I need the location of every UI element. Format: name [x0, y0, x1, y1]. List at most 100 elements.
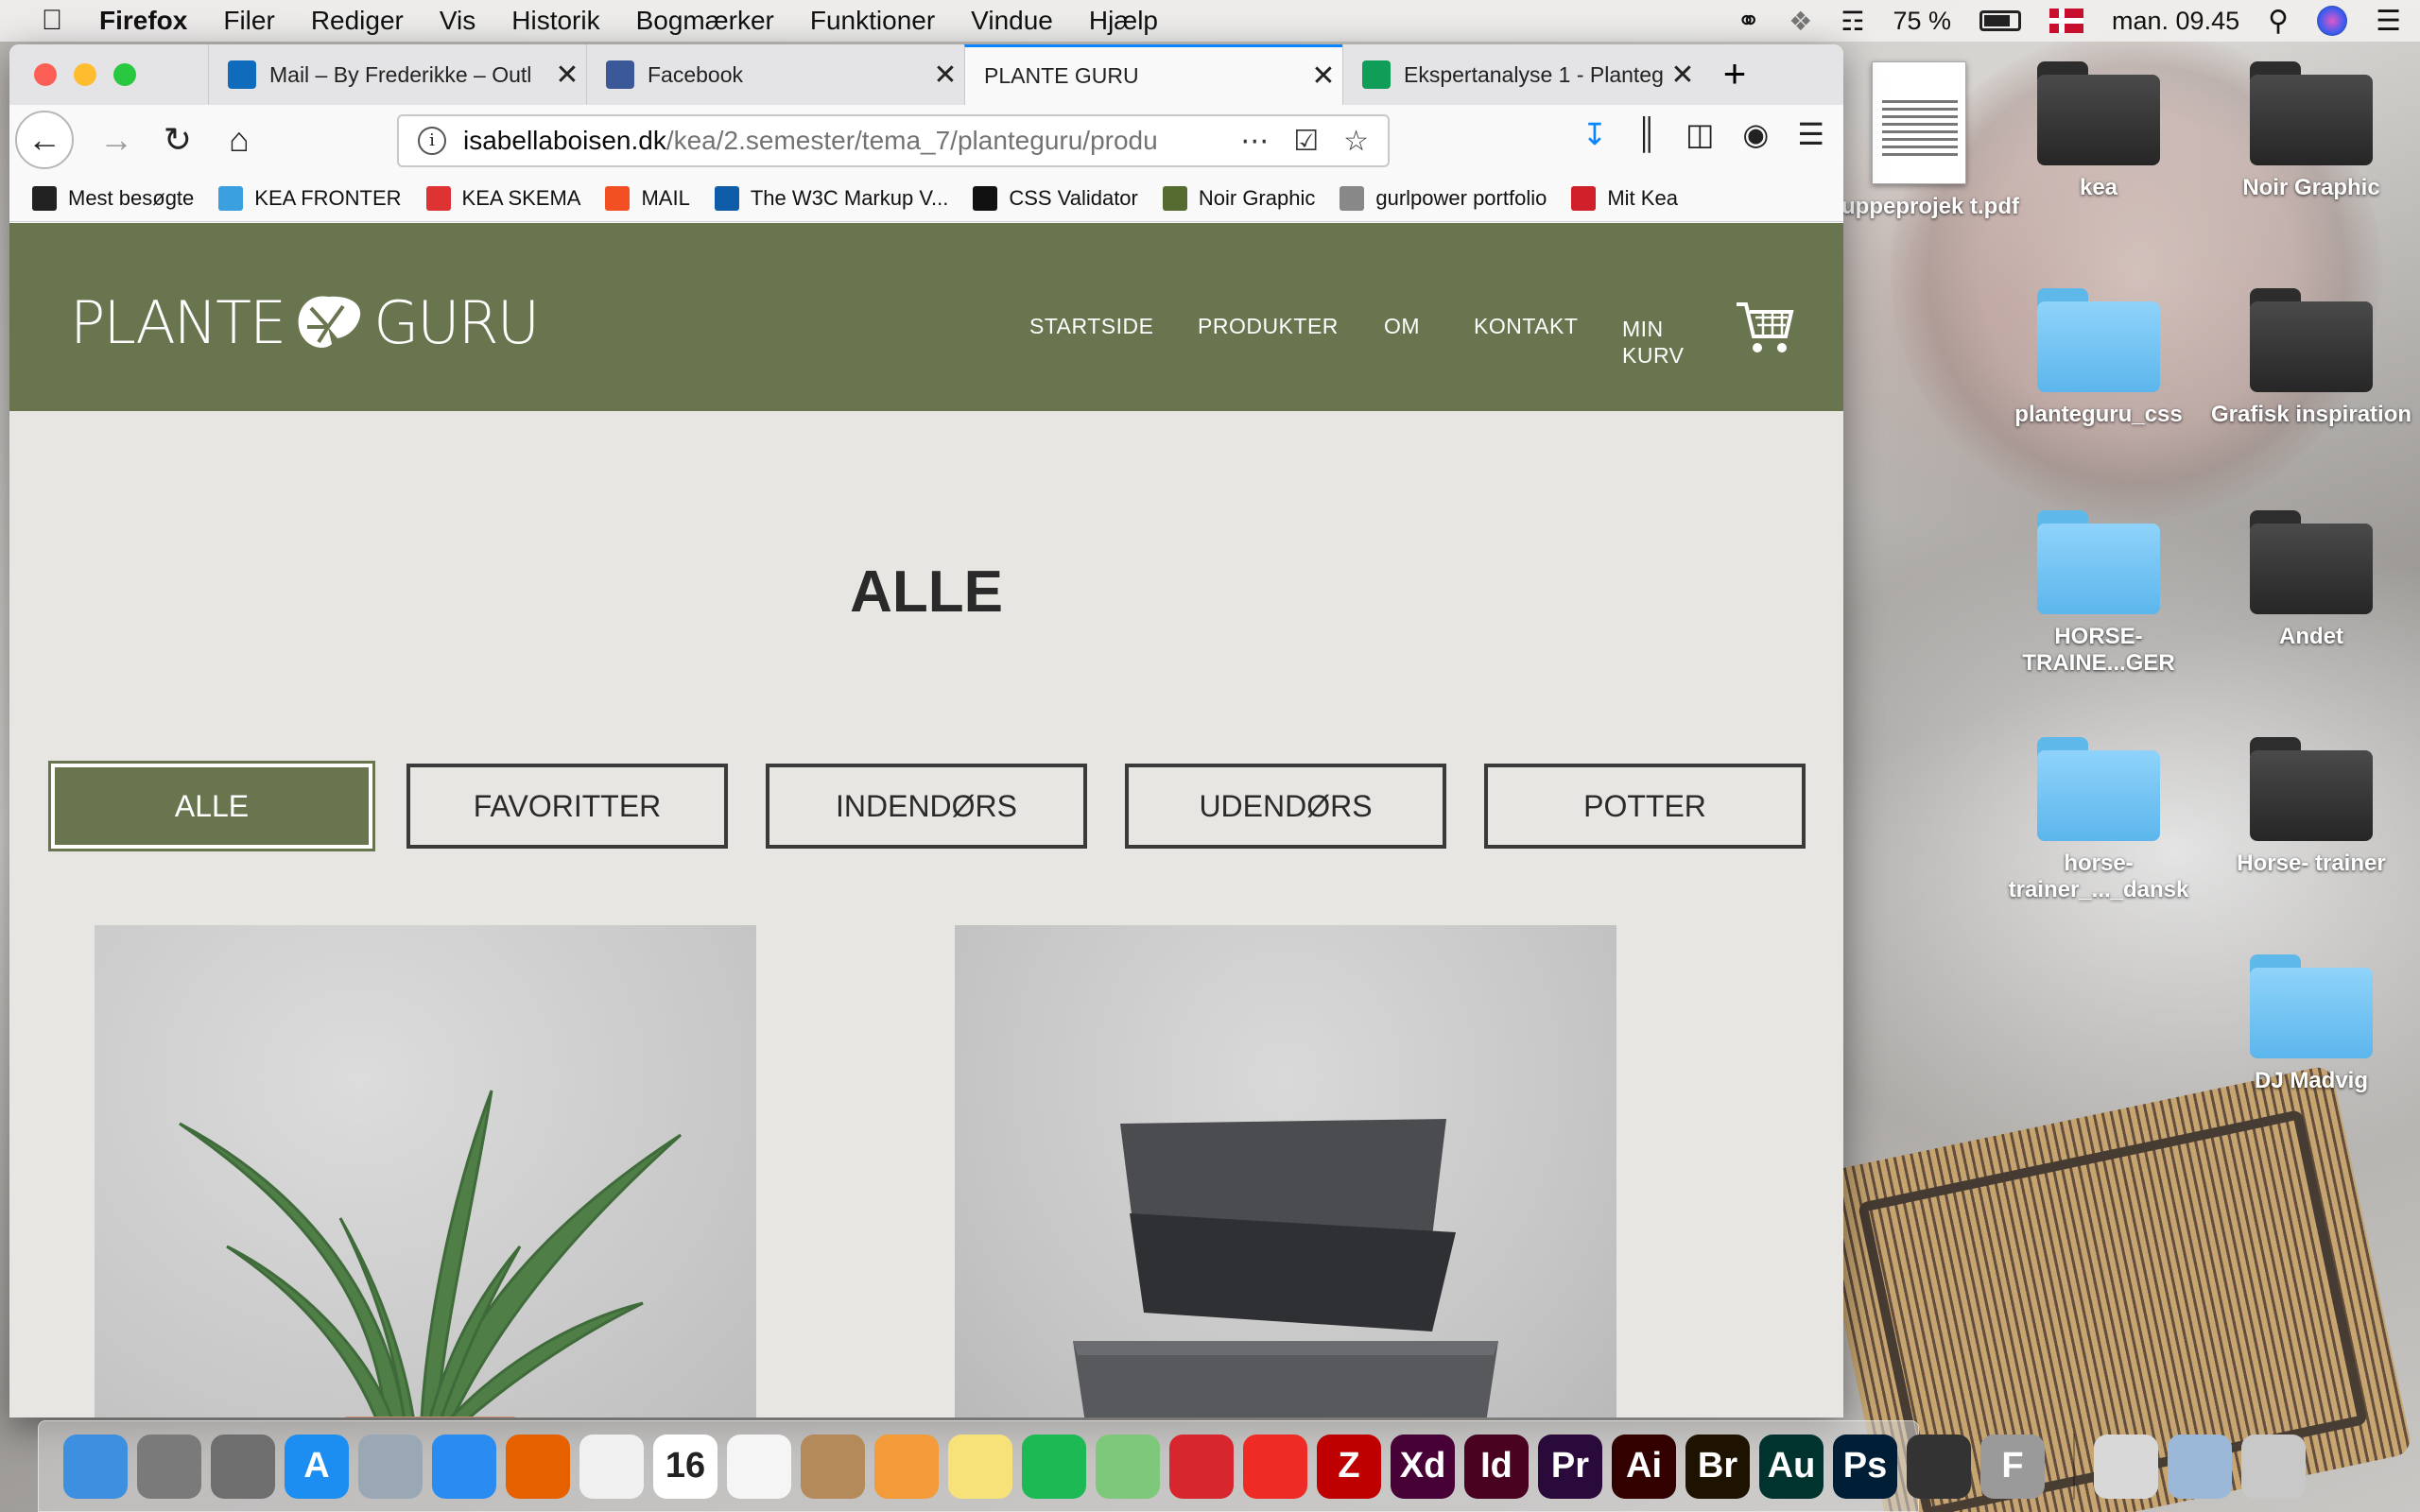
tab-planteguru[interactable]: PLANTE GURU ✕ [964, 44, 1342, 105]
desktop-icon-item[interactable]: horse- trainer_..._dansk [1995, 737, 2203, 903]
photos-icon[interactable] [579, 1434, 644, 1499]
desktop-icon-item[interactable]: HORSE- TRAINE...GER [1995, 510, 2203, 677]
menu-historik[interactable]: Historik [511, 6, 599, 36]
system-preferences-icon[interactable] [211, 1434, 275, 1499]
filter-favoritter-button[interactable]: FAVORITTER [406, 764, 728, 849]
downloads-icon[interactable]: ↧ [1582, 116, 1608, 152]
desktop-icon-item[interactable]: kea [1995, 61, 2203, 201]
tab-ekspertanalyse[interactable]: Ekspertanalyse 1 - Planteg ✕ [1342, 44, 1702, 105]
desktop-icon-item[interactable]: DJ Madvig [2207, 954, 2415, 1094]
indesign-icon[interactable]: Id [1464, 1434, 1529, 1499]
maps-icon[interactable] [1096, 1434, 1160, 1499]
site-info-icon[interactable]: i [418, 127, 446, 155]
menu-filer[interactable]: Filer [223, 6, 274, 36]
battery-icon[interactable] [1979, 10, 2022, 31]
bookmark-item[interactable]: MAIL [605, 185, 690, 211]
bookmark-item[interactable]: KEA SKEMA [425, 185, 580, 211]
close-window-button[interactable] [34, 63, 57, 86]
spotlight-search-icon[interactable]: ⚲ [2268, 5, 2289, 38]
app-store-icon[interactable]: A [285, 1434, 349, 1499]
firefox-icon[interactable] [506, 1434, 570, 1499]
nav-min-kurv-line2[interactable]: KURV [1622, 343, 1685, 369]
forward-button[interactable]: → [95, 118, 138, 162]
siri-icon[interactable] [2317, 6, 2348, 36]
desktop-icon-item[interactable]: Noir Graphic [2207, 61, 2415, 201]
screen-icon[interactable] [1907, 1434, 1971, 1499]
bookmark-item[interactable]: KEA FRONTER [218, 185, 402, 211]
tab-facebook[interactable]: Facebook ✕ [586, 44, 964, 105]
illustrator-icon[interactable]: Ai [1612, 1434, 1676, 1499]
bookmark-item[interactable]: The W3C Markup V... [714, 185, 948, 211]
tab-mail[interactable]: Mail – By Frederikke – Outl ✕ [208, 44, 586, 105]
preview-bird-icon[interactable] [358, 1434, 423, 1499]
product-image-aloe-vera[interactable] [95, 925, 756, 1418]
menu-hjaelp[interactable]: Hjælp [1089, 6, 1158, 36]
home-button[interactable]: ⌂ [217, 118, 261, 162]
menu-funktioner[interactable]: Funktioner [810, 6, 935, 36]
filter-potter-button[interactable]: POTTER [1484, 764, 1806, 849]
shopping-cart-icon[interactable] [1735, 299, 1795, 355]
premiere-icon[interactable]: Pr [1538, 1434, 1602, 1499]
texteditor-icon[interactable] [2094, 1434, 2158, 1499]
creative-cloud-status-icon[interactable]: ⚭ [1737, 5, 1760, 38]
calendar-icon[interactable]: 16 [653, 1434, 717, 1499]
back-button[interactable]: ← [15, 111, 74, 169]
desktop-icon-item[interactable]: gruppeprojek t.pdf [1815, 61, 2023, 220]
tab-close-icon[interactable]: ✕ [1664, 59, 1702, 92]
pocket-icon[interactable]: ☑ [1293, 125, 1319, 158]
font-icon[interactable]: F [1980, 1434, 2045, 1499]
finder-icon[interactable] [63, 1434, 128, 1499]
spotify-icon[interactable] [1022, 1434, 1086, 1499]
input-source-flag-icon[interactable] [2049, 9, 2084, 33]
filter-alle-button[interactable]: ALLE [48, 761, 375, 851]
bookmark-item[interactable]: CSS Validator [973, 185, 1138, 211]
safari-icon[interactable] [432, 1434, 496, 1499]
tab-close-icon[interactable]: ✕ [926, 59, 964, 92]
notes-icon[interactable] [948, 1434, 1012, 1499]
trash-icon[interactable] [2241, 1434, 2306, 1499]
menu-rediger[interactable]: Rediger [311, 6, 404, 36]
filter-udendors-button[interactable]: UDENDØRS [1125, 764, 1446, 849]
bookmark-item[interactable]: Mit Kea [1571, 185, 1678, 211]
reminders-icon[interactable] [727, 1434, 791, 1499]
notification-center-icon[interactable]: ☰ [2376, 5, 2401, 38]
apple-menu-icon[interactable]:  [24, 5, 80, 37]
nav-kontakt[interactable]: KONTAKT [1474, 314, 1578, 339]
bookmark-item[interactable]: Mest besøgte [32, 185, 194, 211]
wifi-icon[interactable]: ☶ [1841, 6, 1864, 37]
filter-indendors-button[interactable]: INDENDØRS [766, 764, 1087, 849]
contacts-icon[interactable] [801, 1434, 865, 1499]
bookmark-item[interactable]: gurlpower portfolio [1340, 185, 1547, 211]
desktop-icon-item[interactable]: Horse- trainer [2207, 737, 2415, 877]
acrobat-icon[interactable] [1243, 1434, 1307, 1499]
page-actions-menu-icon[interactable]: ⋯ [1240, 125, 1269, 158]
product-image-pots[interactable] [955, 925, 1616, 1418]
nav-min-kurv-line1[interactable]: MIN [1622, 317, 1664, 342]
url-text[interactable]: isabellaboisen.dk/kea/2.semester/tema_7/… [463, 126, 1182, 156]
library-icon[interactable]: ║ [1635, 116, 1657, 152]
tab-close-icon[interactable]: ✕ [1305, 60, 1342, 93]
nav-produkter[interactable]: PRODUKTER [1198, 314, 1339, 339]
dropbox-icon[interactable]: ❖ [1789, 6, 1812, 37]
pages-icon[interactable] [874, 1434, 939, 1499]
new-tab-button[interactable]: + [1711, 52, 1758, 97]
xd-icon[interactable]: Xd [1391, 1434, 1455, 1499]
minimize-window-button[interactable] [74, 63, 96, 86]
bridge-icon[interactable]: Br [1685, 1434, 1750, 1499]
nav-startside[interactable]: STARTSIDE [1029, 314, 1153, 339]
zoom-window-button[interactable] [113, 63, 136, 86]
menubar-clock[interactable]: man. 09.45 [2112, 7, 2239, 36]
creative-cloud-icon[interactable] [1169, 1434, 1234, 1499]
bookmark-item[interactable]: Noir Graphic [1162, 185, 1315, 211]
battery-percentage[interactable]: 75 % [1893, 7, 1951, 36]
desktop-icon-item[interactable]: Andet [2207, 510, 2415, 650]
menu-bogmaerker[interactable]: Bogmærker [636, 6, 774, 36]
menu-vindue[interactable]: Vindue [971, 6, 1053, 36]
filezilla-icon[interactable]: Z [1317, 1434, 1381, 1499]
audition-icon[interactable]: Au [1759, 1434, 1824, 1499]
tab-close-icon[interactable]: ✕ [548, 59, 586, 92]
desktop-icon-item[interactable]: planteguru_css [1995, 288, 2203, 428]
preview-icon[interactable] [2168, 1434, 2232, 1499]
account-icon[interactable]: ◉ [1742, 116, 1769, 152]
launchpad-icon[interactable] [137, 1434, 201, 1499]
